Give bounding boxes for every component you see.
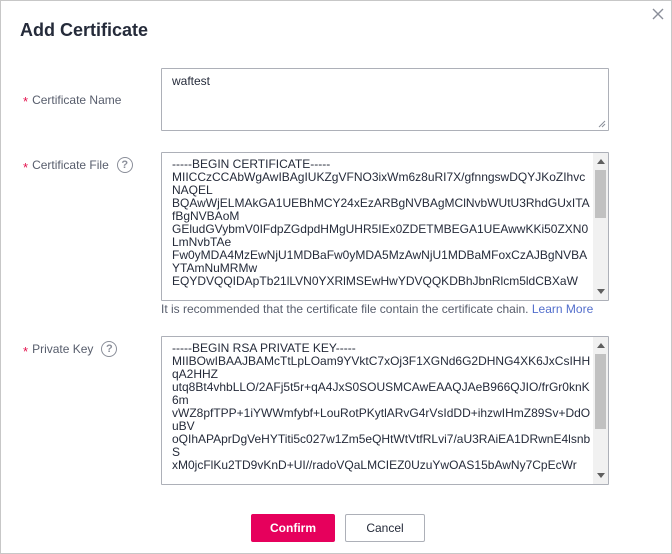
private-key-label: * Private Key ?	[23, 341, 118, 359]
scroll-down-arrow-icon[interactable]	[597, 289, 605, 294]
required-mark: *	[23, 343, 29, 359]
certificate-name-input[interactable]: waftest	[161, 68, 609, 131]
scroll-down-arrow-icon[interactable]	[597, 473, 605, 478]
dialog-title: Add Certificate	[20, 20, 149, 40]
private-key-scrollbar[interactable]	[593, 337, 608, 484]
certificate-file-label: * Certificate File ?	[23, 157, 133, 175]
add-certificate-dialog: Add Certificate * Certificate Name wafte…	[0, 0, 672, 554]
certificate-file-textarea[interactable]: -----BEGIN CERTIFICATE----- MIICCzCCAbWg…	[161, 152, 609, 301]
confirm-button[interactable]: Confirm	[251, 514, 335, 542]
certificate-file-value: -----BEGIN CERTIFICATE----- MIICCzCCAbWg…	[172, 157, 590, 288]
scrollbar-thumb[interactable]	[595, 354, 606, 429]
learn-more-link[interactable]: Learn More	[532, 302, 593, 316]
close-icon[interactable]	[651, 7, 665, 21]
certificate-file-scrollbar[interactable]	[593, 153, 608, 300]
required-mark: *	[23, 94, 29, 109]
scroll-up-arrow-icon[interactable]	[597, 159, 605, 164]
certificate-chain-hint: It is recommended that the certificate f…	[161, 302, 593, 316]
private-key-textarea[interactable]: -----BEGIN RSA PRIVATE KEY----- MIIBOwIB…	[161, 336, 609, 485]
resize-handle-icon[interactable]	[598, 120, 606, 128]
scrollbar-thumb[interactable]	[595, 170, 606, 218]
scroll-up-arrow-icon[interactable]	[597, 343, 605, 348]
private-key-label-text: Private Key	[32, 342, 94, 356]
certificate-name-label-text: Certificate Name	[32, 92, 122, 107]
private-key-value: -----BEGIN RSA PRIVATE KEY----- MIIBOwIB…	[172, 341, 591, 472]
certificate-name-value: waftest	[172, 74, 211, 88]
certificate-name-label: * Certificate Name	[23, 92, 122, 110]
certificate-file-label-text: Certificate File	[32, 158, 109, 172]
help-icon[interactable]: ?	[101, 341, 118, 357]
required-mark: *	[23, 159, 29, 175]
cancel-button[interactable]: Cancel	[345, 514, 425, 542]
help-icon[interactable]: ?	[116, 157, 133, 173]
hint-text: It is recommended that the certificate f…	[161, 302, 529, 316]
